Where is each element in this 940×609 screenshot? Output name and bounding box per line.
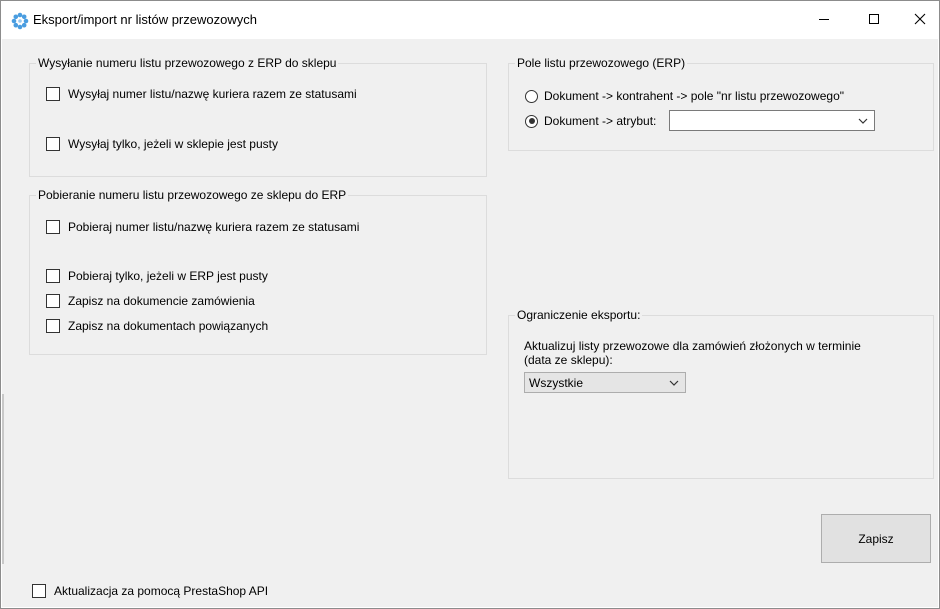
maximize-button[interactable] <box>851 1 897 39</box>
send-if-empty-checkbox[interactable]: Wysyłaj tylko, jeżeli w sklepie jest pus… <box>46 137 278 151</box>
attribute-select[interactable] <box>669 110 875 131</box>
send-group-title: Wysyłanie numeru listu przewozowego z ER… <box>36 56 339 70</box>
date-range-select[interactable]: Wszystkie <box>524 372 686 393</box>
prestashop-api-checkbox[interactable]: Aktualizacja za pomocą PrestaShop API <box>32 584 268 598</box>
left-edge-divider <box>2 394 4 564</box>
client-area: Wysyłanie numeru listu przewozowego z ER… <box>2 39 938 607</box>
fetch-with-status-label: Pobieraj numer listu/nazwę kuriera razem… <box>68 220 360 234</box>
save-on-order-checkbox[interactable]: Zapisz na dokumencie zamówienia <box>46 294 255 308</box>
send-if-empty-label: Wysyłaj tylko, jeżeli w sklepie jest pus… <box>68 137 278 151</box>
save-on-order-label: Zapisz na dokumencie zamówienia <box>68 294 255 308</box>
checkbox-box[interactable] <box>46 294 60 308</box>
chevron-down-icon <box>669 377 679 387</box>
checkbox-box[interactable] <box>46 319 60 333</box>
save-on-related-checkbox[interactable]: Zapisz na dokumentach powiązanych <box>46 319 268 333</box>
attribute-label: Dokument -> atrybut: <box>544 114 657 128</box>
send-with-status-label: Wysyłaj numer listu/nazwę kuriera razem … <box>68 87 357 101</box>
limit-group-title: Ograniczenie eksportu: <box>515 308 643 322</box>
window-title: Eksport/import nr listów przewozowych <box>33 12 257 27</box>
maximize-icon <box>868 13 880 28</box>
prestashop-api-label: Aktualizacja za pomocą PrestaShop API <box>54 584 269 598</box>
limit-description: Aktualizuj listy przewozowe dla zamówień… <box>524 339 861 353</box>
date-range-select-value: Wszystkie <box>529 376 583 390</box>
checkbox-box[interactable] <box>32 584 46 598</box>
contractor-field-radio[interactable]: Dokument -> kontrahent -> pole "nr listu… <box>525 89 844 103</box>
radio-circle-checked[interactable] <box>525 114 538 128</box>
fetch-group-title: Pobieranie numeru listu przewozowego ze … <box>36 188 349 202</box>
field-group: Pole listu przewozowego (ERP) Dokument -… <box>508 56 934 151</box>
fetch-group: Pobieranie numeru listu przewozowego ze … <box>29 188 487 355</box>
contractor-field-label: Dokument -> kontrahent -> pole "nr listu… <box>544 89 845 103</box>
save-button[interactable]: Zapisz <box>821 514 931 563</box>
gear-flower-icon <box>11 12 29 30</box>
fetch-if-empty-checkbox[interactable]: Pobieraj tylko, jeżeli w ERP jest pusty <box>46 269 268 283</box>
title-bar: Eksport/import nr listów przewozowych <box>1 1 939 39</box>
window-frame: Eksport/import nr listów przewozowych Wy… <box>0 0 940 609</box>
minimize-icon <box>818 13 830 28</box>
fetch-with-status-checkbox[interactable]: Pobieraj numer listu/nazwę kuriera razem… <box>46 220 359 234</box>
save-on-related-label: Zapisz na dokumentach powiązanych <box>68 319 269 333</box>
fetch-if-empty-label: Pobieraj tylko, jeżeli w ERP jest pusty <box>68 269 268 283</box>
checkbox-box[interactable] <box>46 269 60 283</box>
send-with-status-checkbox[interactable]: Wysyłaj numer listu/nazwę kuriera razem … <box>46 87 357 101</box>
chevron-down-icon <box>858 115 868 125</box>
checkbox-box[interactable] <box>46 220 60 234</box>
limit-group: Ograniczenie eksportu: Aktualizuj listy … <box>508 308 934 479</box>
close-button[interactable] <box>897 1 940 39</box>
checkbox-box[interactable] <box>46 87 60 101</box>
field-group-title: Pole listu przewozowego (ERP) <box>515 56 688 70</box>
limit-description-line2: (data ze sklepu): <box>524 353 613 367</box>
radio-circle[interactable] <box>525 89 538 103</box>
checkbox-box[interactable] <box>46 137 60 151</box>
send-group: Wysyłanie numeru listu przewozowego z ER… <box>29 56 487 177</box>
minimize-button[interactable] <box>801 1 847 39</box>
attribute-radio[interactable]: Dokument -> atrybut: <box>525 114 656 128</box>
close-icon <box>914 13 926 28</box>
